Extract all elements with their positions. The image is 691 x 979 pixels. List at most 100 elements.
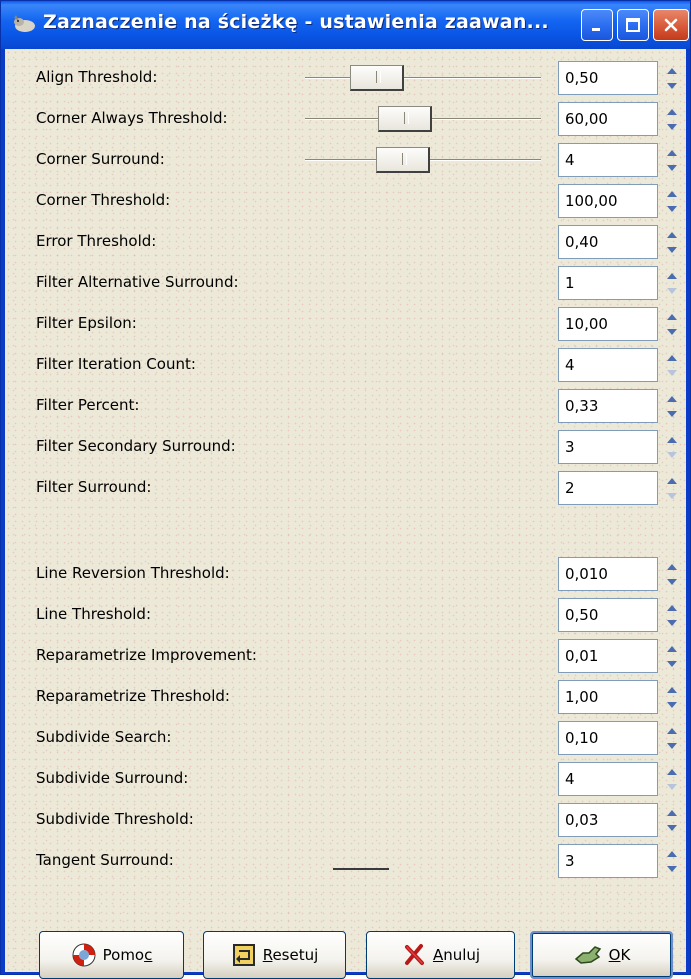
value-field[interactable]: 0,03 (558, 803, 658, 837)
arrow-down-icon (667, 246, 677, 253)
spin-buttons[interactable] (663, 805, 681, 835)
arrow-down-icon (667, 123, 677, 130)
setting-slider[interactable] (305, 59, 541, 97)
spin-up-button[interactable] (663, 473, 681, 488)
arrow-up-icon (667, 395, 677, 402)
close-button[interactable] (653, 9, 689, 41)
spin-up-button[interactable] (663, 145, 681, 160)
spin-down-button[interactable] (663, 365, 681, 380)
value-field[interactable]: 4 (558, 348, 658, 382)
title-bar[interactable]: Zaznaczenie na ścieżkę - ustawienia zaaw… (1, 1, 690, 49)
value-field[interactable]: 0,10 (558, 721, 658, 755)
spin-up-button[interactable] (663, 846, 681, 861)
spin-up-button[interactable] (663, 432, 681, 447)
spin-up-button[interactable] (663, 104, 681, 119)
slider-track[interactable] (305, 77, 541, 79)
spin-down-button[interactable] (663, 406, 681, 421)
spin-up-button[interactable] (663, 391, 681, 406)
cancel-button[interactable]: Anuluj (366, 931, 515, 979)
reset-button[interactable]: Resetuj (203, 931, 346, 979)
spin-down-button[interactable] (663, 324, 681, 339)
spin-up-button[interactable] (663, 723, 681, 738)
arrow-up-icon (667, 604, 677, 611)
spin-buttons[interactable] (663, 432, 681, 462)
spin-buttons[interactable] (663, 309, 681, 339)
value-field[interactable]: 4 (558, 143, 658, 177)
value-field[interactable]: 60,00 (558, 102, 658, 136)
spin-buttons[interactable] (663, 641, 681, 671)
spin-down-button[interactable] (663, 160, 681, 175)
help-button[interactable]: Pomoc (39, 931, 184, 979)
spin-down-button[interactable] (663, 615, 681, 630)
setting-slider[interactable] (305, 100, 541, 138)
spin-up-button[interactable] (663, 559, 681, 574)
spin-buttons[interactable] (663, 186, 681, 216)
spin-down-button[interactable] (663, 861, 681, 876)
value-field[interactable]: 0,50 (558, 61, 658, 95)
value-field[interactable]: 0,01 (558, 639, 658, 673)
spin-up-button[interactable] (663, 805, 681, 820)
cancel-label-suffix: nuluj (443, 946, 481, 964)
minimize-icon (592, 28, 600, 31)
spin-down-button[interactable] (663, 656, 681, 671)
spin-up-button[interactable] (663, 350, 681, 365)
ok-button[interactable]: OK (530, 931, 673, 979)
spin-up-button[interactable] (663, 186, 681, 201)
spin-buttons[interactable] (663, 600, 681, 630)
value-field[interactable]: 2 (558, 471, 658, 505)
spin-up-button[interactable] (663, 309, 681, 324)
spin-down-button[interactable] (663, 283, 681, 298)
setting-row: Error Threshold: 0,40 (5, 223, 686, 261)
spin-down-button[interactable] (663, 447, 681, 462)
spin-buttons[interactable] (663, 559, 681, 589)
spin-buttons[interactable] (663, 682, 681, 712)
spin-down-button[interactable] (663, 574, 681, 589)
spin-buttons[interactable] (663, 391, 681, 421)
spin-down-button[interactable] (663, 78, 681, 93)
spin-buttons[interactable] (663, 268, 681, 298)
spin-up-button[interactable] (663, 682, 681, 697)
spin-buttons[interactable] (663, 104, 681, 134)
spin-buttons[interactable] (663, 846, 681, 876)
slider-thumb[interactable] (378, 106, 432, 132)
spin-buttons[interactable] (663, 723, 681, 753)
spin-up-button[interactable] (663, 764, 681, 779)
spin-down-button[interactable] (663, 488, 681, 503)
setting-row: Subdivide Search: 0,10 (5, 719, 686, 757)
value-field[interactable]: 1,00 (558, 680, 658, 714)
spin-buttons[interactable] (663, 764, 681, 794)
value-field[interactable]: 0,50 (558, 598, 658, 632)
value-field[interactable]: 0,010 (558, 557, 658, 591)
spin-buttons[interactable] (663, 227, 681, 257)
value-field[interactable]: 4 (558, 762, 658, 796)
value-field[interactable]: 3 (558, 844, 658, 878)
spin-up-button[interactable] (663, 641, 681, 656)
slider-thumb[interactable] (350, 65, 404, 91)
value-field[interactable]: 0,40 (558, 225, 658, 259)
spin-buttons[interactable] (663, 63, 681, 93)
setting-row: Tangent Surround: 3 (5, 842, 686, 880)
spin-down-button[interactable] (663, 697, 681, 712)
spin-up-button[interactable] (663, 600, 681, 615)
spin-buttons[interactable] (663, 473, 681, 503)
spin-buttons[interactable] (663, 145, 681, 175)
spin-down-button[interactable] (663, 242, 681, 257)
value-field[interactable]: 1 (558, 266, 658, 300)
value-field[interactable]: 0,33 (558, 389, 658, 423)
spin-up-button[interactable] (663, 227, 681, 242)
value-field[interactable]: 3 (558, 430, 658, 464)
value-field[interactable]: 10,00 (558, 307, 658, 341)
slider-thumb[interactable] (376, 147, 430, 173)
spin-buttons[interactable] (663, 350, 681, 380)
spin-down-button[interactable] (663, 119, 681, 134)
spin-down-button[interactable] (663, 201, 681, 216)
spin-down-button[interactable] (663, 820, 681, 835)
spin-down-button[interactable] (663, 779, 681, 794)
minimize-button[interactable] (581, 9, 613, 41)
setting-slider[interactable] (305, 141, 541, 179)
spin-down-button[interactable] (663, 738, 681, 753)
value-field[interactable]: 100,00 (558, 184, 658, 218)
spin-up-button[interactable] (663, 268, 681, 283)
maximize-button[interactable] (617, 9, 649, 41)
spin-up-button[interactable] (663, 63, 681, 78)
